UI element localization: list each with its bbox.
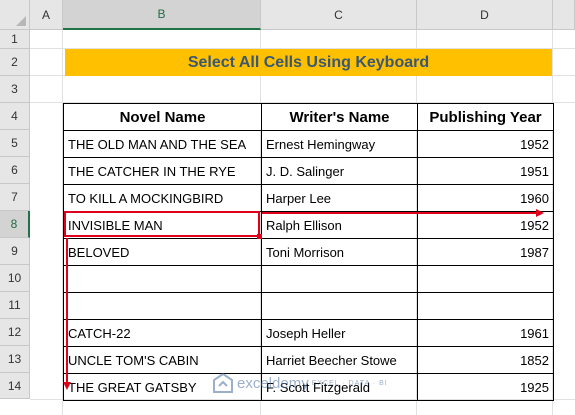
table-row: BELOVED Toni Morrison 1987 [63, 238, 554, 266]
writer-cell[interactable]: Joseph Heller [261, 319, 418, 347]
row-header-6[interactable]: 6 [0, 157, 30, 184]
table-row [63, 292, 554, 320]
novel-cell[interactable]: BELOVED [63, 238, 262, 266]
sheet-title[interactable]: Select All Cells Using Keyboard [65, 49, 552, 76]
writer-cell[interactable]: Ralph Ellison [261, 211, 418, 239]
writer-cell[interactable]: Ernest Hemingway [261, 130, 418, 158]
header-publishing-year[interactable]: Publishing Year [417, 103, 554, 131]
column-header-a[interactable]: A [30, 0, 63, 30]
exceldemy-logo-icon [213, 372, 233, 393]
table-row: THE CATCHER IN THE RYE J. D. Salinger 19… [63, 157, 554, 185]
row-header-11[interactable]: 11 [0, 292, 30, 319]
writer-cell[interactable]: Harper Lee [261, 184, 418, 212]
table-row: CATCH-22 Joseph Heller 1961 [63, 319, 554, 347]
fill-handle[interactable] [257, 234, 262, 239]
row-header-2[interactable]: 2 [0, 49, 30, 76]
year-cell[interactable]: 1925 [417, 373, 554, 401]
year-cell[interactable] [417, 292, 554, 320]
row-header-5[interactable]: 5 [0, 130, 30, 157]
table-row: TO KILL A MOCKINGBIRD Harper Lee 1960 [63, 184, 554, 212]
watermark: exceldemy EXCEL · DATA · BI [212, 372, 388, 394]
row-header-14[interactable]: 14 [0, 373, 30, 399]
watermark-tagline: EXCEL · DATA · BI [311, 379, 388, 387]
active-cell-highlight [64, 211, 260, 237]
year-cell[interactable]: 1951 [417, 157, 554, 185]
year-cell[interactable]: 1952 [417, 211, 554, 239]
year-cell[interactable] [417, 265, 554, 293]
select-all-triangle-icon [16, 16, 26, 26]
header-writers-name[interactable]: Writer's Name [261, 103, 418, 131]
row-header-9[interactable]: 9 [0, 238, 30, 265]
novels-table: Novel Name Writer's Name Publishing Year… [63, 103, 554, 401]
column-header-c[interactable]: C [261, 0, 417, 30]
table-row: THE OLD MAN AND THE SEA Ernest Hemingway… [63, 130, 554, 158]
watermark-text: exceldemy [237, 374, 309, 392]
row-header-8[interactable]: 8 [0, 211, 30, 238]
novel-cell[interactable]: THE OLD MAN AND THE SEA [63, 130, 262, 158]
writer-cell[interactable]: Harriet Beecher Stowe [261, 346, 418, 374]
year-cell[interactable]: 1961 [417, 319, 554, 347]
column-header-d[interactable]: D [417, 0, 553, 30]
row-header-12[interactable]: 12 [0, 319, 30, 346]
column-header-e[interactable] [553, 0, 575, 30]
writer-cell[interactable] [261, 292, 418, 320]
year-cell[interactable]: 1952 [417, 130, 554, 158]
row-header-10[interactable]: 10 [0, 265, 30, 292]
table-row [63, 265, 554, 293]
writer-cell[interactable]: J. D. Salinger [261, 157, 418, 185]
spreadsheet: A B C D 1 2 3 4 5 6 7 8 9 10 11 12 13 14… [0, 0, 575, 415]
novel-cell[interactable]: TO KILL A MOCKINGBIRD [63, 184, 262, 212]
year-cell[interactable]: 1987 [417, 238, 554, 266]
select-all-corner[interactable] [0, 0, 30, 30]
novel-cell[interactable] [63, 292, 262, 320]
table-row: UNCLE TOM'S CABIN Harriet Beecher Stowe … [63, 346, 554, 374]
column-header-b[interactable]: B [63, 0, 261, 30]
row-header-1[interactable]: 1 [0, 30, 30, 49]
year-cell[interactable]: 1852 [417, 346, 554, 374]
header-novel-name[interactable]: Novel Name [63, 103, 262, 131]
row-header-7[interactable]: 7 [0, 184, 30, 211]
row-header-4[interactable]: 4 [0, 103, 30, 130]
novel-cell[interactable]: UNCLE TOM'S CABIN [63, 346, 262, 374]
novel-cell[interactable]: THE CATCHER IN THE RYE [63, 157, 262, 185]
table-header-row: Novel Name Writer's Name Publishing Year [63, 103, 554, 131]
writer-cell[interactable]: Toni Morrison [261, 238, 418, 266]
novel-cell[interactable] [63, 265, 262, 293]
novel-cell[interactable]: CATCH-22 [63, 319, 262, 347]
year-cell[interactable]: 1960 [417, 184, 554, 212]
writer-cell[interactable] [261, 265, 418, 293]
row-header-3[interactable]: 3 [0, 76, 30, 103]
row-header-13[interactable]: 13 [0, 346, 30, 373]
